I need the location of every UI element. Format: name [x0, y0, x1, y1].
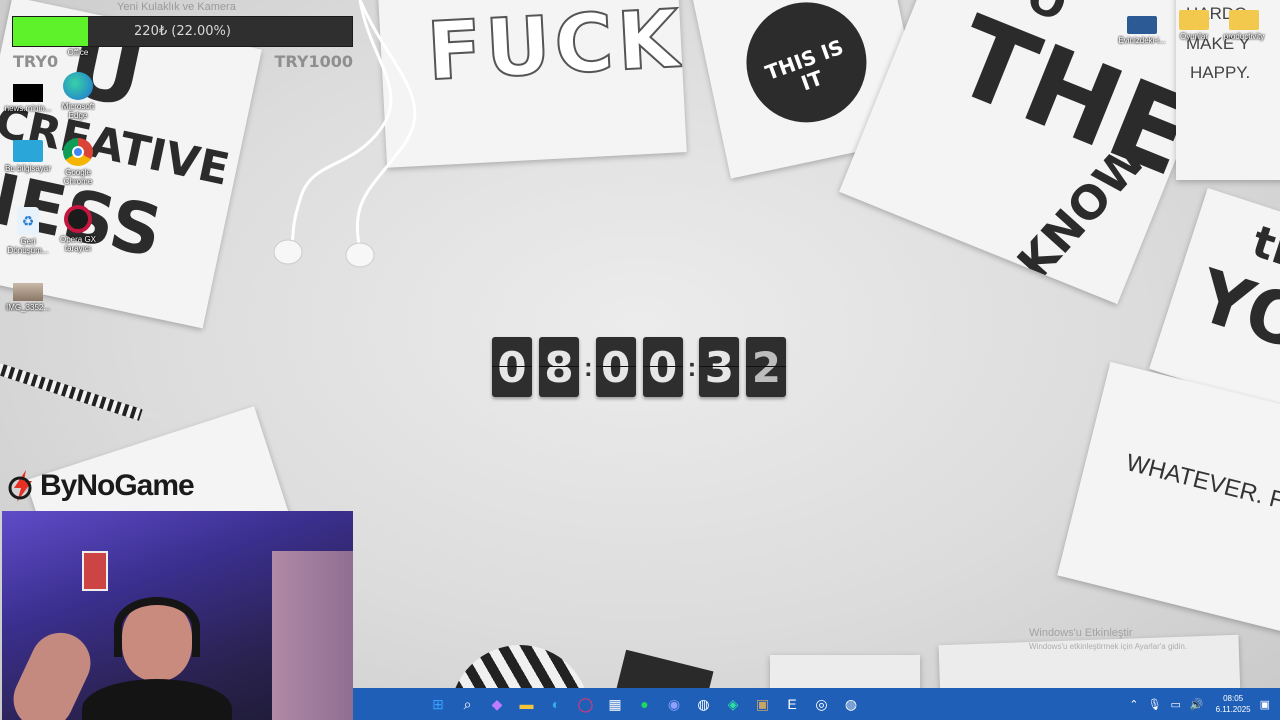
search-icon[interactable]: ⌕	[455, 691, 481, 717]
taskbar-date: 6.11.2025	[1215, 705, 1251, 714]
copilot-icon[interactable]: ◆	[484, 691, 510, 717]
epic-games-icon[interactable]: E	[779, 691, 805, 717]
taskbar-clock[interactable]: 08:05 6.11.2025	[1216, 693, 1251, 715]
office-icon	[63, 20, 93, 46]
goal-min-label: TRY0	[13, 52, 59, 71]
chrome-icon	[63, 138, 93, 166]
steam-icon[interactable]: ◍	[691, 691, 717, 717]
folder-icon	[1127, 16, 1157, 34]
webcam-person-body	[82, 679, 232, 720]
desktop-icon-productivity[interactable]: productivity	[1220, 10, 1268, 41]
minecraft-icon[interactable]: ▣	[750, 691, 776, 717]
store-icon[interactable]: ▦	[602, 691, 628, 717]
taskbar-apps: ⊞ ⌕ ◆ ▬ ◐ ◯ ▦ ● ◉ ◍ ◈ ▣ E ◎ ◍	[425, 691, 868, 717]
start-icon[interactable]: ⊞	[425, 691, 451, 717]
microphone-icon[interactable]: 🎙	[1148, 698, 1162, 711]
desktop-icon-chrome[interactable]: Google Chrome	[54, 138, 102, 186]
clock-hour-tens: 0	[492, 337, 532, 397]
clock-minute-ones: 0	[642, 337, 683, 397]
opera-gx-icon	[64, 205, 92, 233]
webcam-door	[272, 551, 353, 720]
wallpaper-text-happy: HAPPY.	[1190, 63, 1251, 82]
desktop-icon-edge[interactable]: Microsoft Edge	[54, 72, 102, 120]
wallpaper-text-the: THE	[936, 0, 1210, 202]
wallpaper-paper-whatever: WHATEVER. FU	[1057, 361, 1280, 639]
obs-icon[interactable]: ◎	[809, 691, 835, 717]
clock-separator: :	[687, 351, 697, 382]
webcam-feed	[2, 511, 353, 720]
volume-icon[interactable]: 🔊	[1190, 698, 1204, 711]
desktop-icon-evinizdeki[interactable]: Evinizdeki-i...	[1118, 16, 1166, 45]
folder-icon	[1179, 10, 1209, 30]
folder-icon	[1229, 10, 1259, 30]
clock-second-tens: 3	[699, 337, 740, 397]
goal-max-label: TRY1000	[274, 52, 353, 71]
desktop-icon-label: Oyunlar	[1179, 32, 1208, 41]
opera-gx-icon[interactable]: ◯	[573, 691, 599, 717]
goal-title: Yeni Kulaklık ve Kamera	[117, 1, 236, 13]
taskbar-time: 08:05	[1223, 694, 1244, 703]
wallpaper-text-whatever: WHATEVER. FU	[1123, 449, 1280, 519]
app-icon[interactable]: ◈	[720, 691, 746, 717]
steam-icon-2[interactable]: ◍	[838, 691, 864, 717]
chevron-up-icon[interactable]: ⌃	[1129, 698, 1138, 711]
webcam-headset	[114, 597, 200, 657]
desktop-icon-label: Opera GX tarayıcı	[59, 235, 96, 253]
clock-hour-ones: 8	[539, 337, 579, 397]
file-explorer-icon[interactable]: ▬	[514, 691, 540, 717]
spotify-icon[interactable]: ●	[632, 691, 658, 717]
clock-second-ones: 2	[746, 337, 787, 397]
desktop-icon-label: productivity	[1223, 32, 1265, 41]
desktop-icon-label: Evinizdeki-i...	[1118, 36, 1166, 45]
desktop-icon-oyunlar[interactable]: Oyunlar	[1170, 10, 1218, 41]
edge-icon[interactable]: ◐	[543, 691, 569, 717]
windows-activation-watermark: Windows'u Etkinleştir Windows'u etkinleş…	[1029, 627, 1187, 651]
desktop-icon-label: Google Chrome	[63, 168, 93, 186]
desktop-icon-label: Bu bilgisayar	[5, 164, 51, 173]
desktop-icon-label: Microsoft Edge	[61, 102, 95, 120]
network-icon[interactable]: ▭	[1170, 698, 1180, 711]
pen-image	[0, 363, 170, 421]
notification-icon[interactable]: ▣	[1260, 698, 1270, 711]
desktop-icon-label: Office	[67, 48, 89, 57]
webcam-poster	[82, 551, 108, 591]
computer-icon	[13, 140, 43, 162]
discord-icon[interactable]: ◉	[661, 691, 687, 717]
taskbar: ⊞ ⌕ ◆ ▬ ◐ ◯ ▦ ● ◉ ◍ ◈ ▣ E ◎ ◍ ⌃ 🎙 ▭ 🔊 08:05 6.11.2025 …	[353, 688, 1280, 720]
clock-separator: :	[584, 351, 593, 382]
image-file-icon	[13, 283, 43, 301]
clock-minute-tens: 0	[595, 337, 636, 397]
activation-title: Windows'u Etkinleştir	[1029, 627, 1133, 639]
system-tray: ⌃ 🎙 ▭ 🔊 08:05 6.11.2025 ▣	[1120, 688, 1270, 720]
desktop-icon-image-file[interactable]: IMG_3352...	[4, 283, 52, 312]
desktop-icon-office[interactable]: Office	[54, 20, 102, 57]
flip-clock: 0 8 : 0 0 : 3 2	[492, 337, 793, 397]
recycle-bin-icon: ♻	[17, 207, 39, 235]
desktop-icon-label: Geri Dönüşüm...	[7, 237, 49, 255]
bynogame-logo-icon	[8, 470, 32, 502]
bynogame-logo: ByNoGame	[8, 468, 195, 504]
bynogame-logo-text: ByNoGame	[40, 469, 195, 502]
desktop-icon-this-pc[interactable]: Bu bilgisayar	[4, 140, 52, 173]
activation-subtitle: Windows'u etkinleştirmek için Ayarlar'a …	[1029, 642, 1188, 651]
desktop-icon-recycle-bin[interactable]: ♻ Geri Dönüşüm...	[4, 207, 52, 255]
wallpaper-text-yo: YO	[1188, 253, 1280, 368]
news-icon	[13, 84, 43, 102]
desktop-icon-label: news.minin...	[4, 104, 52, 113]
desktop-icon-opera-gx[interactable]: Opera GX tarayıcı	[54, 205, 102, 253]
desktop-icon-label: IMG_3352...	[5, 303, 51, 312]
edge-icon	[63, 72, 93, 100]
desktop-icon-news[interactable]: news.minin...	[4, 84, 52, 113]
